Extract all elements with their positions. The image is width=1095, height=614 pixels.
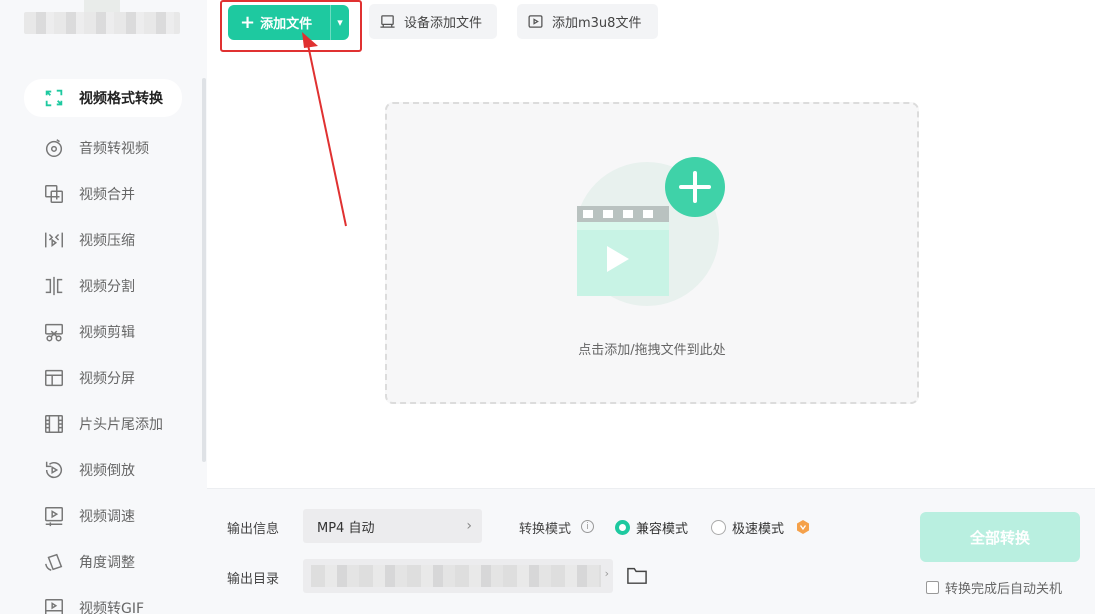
add-file-button[interactable]: + 添加文件 ▾ — [228, 5, 349, 40]
sidebar-item-split[interactable]: 视频分割 — [24, 263, 182, 309]
info-icon[interactable]: i — [581, 520, 594, 533]
chevron-down-icon: ▾ — [337, 16, 343, 29]
sidebar-nav: 视频格式转换 音频转视频 视频合并 视频压缩 视频分割 视频剪辑 视频分屏 片头… — [24, 78, 182, 614]
convert-all-button[interactable]: 全部转换 — [920, 512, 1080, 562]
gif-icon — [42, 596, 66, 614]
convert-mode-label: 转换模式 — [519, 522, 572, 537]
add-file-label: 添加文件 — [260, 17, 313, 32]
reverse-icon — [42, 458, 66, 482]
film-strip-icon — [42, 412, 66, 436]
compress-icon — [42, 228, 66, 252]
sidebar-item-label: 音频转视频 — [79, 141, 149, 157]
mode-compatible-label: 兼容模式 — [636, 522, 689, 537]
dropdown-arrow-icon: › — [604, 567, 609, 580]
output-dir-path-blurred — [311, 565, 601, 587]
video-add-illustration-icon — [577, 157, 725, 306]
annotation-arrow-icon — [302, 32, 347, 227]
folder-icon[interactable] — [626, 565, 648, 585]
output-info-label: 输出信息 — [227, 522, 280, 537]
play-box-icon — [528, 15, 543, 28]
sidebar-item-audio-to-video[interactable]: 音频转视频 — [24, 125, 182, 171]
sidebar-item-video-convert[interactable]: 视频格式转换 — [24, 79, 182, 117]
sidebar-item-label: 视频倒放 — [79, 463, 135, 479]
checkbox-icon — [926, 581, 939, 594]
device-icon — [380, 15, 395, 28]
logo-fragment — [84, 0, 120, 12]
sidebar-item-label: 视频格式转换 — [79, 91, 163, 107]
device-add-file-button[interactable]: 设备添加文件 — [369, 4, 497, 39]
radio-unselected-icon — [711, 520, 726, 535]
sidebar-item-rotate[interactable]: 角度调整 — [24, 539, 182, 585]
rotate-icon — [42, 550, 66, 574]
speed-icon — [42, 504, 66, 528]
device-add-file-label: 设备添加文件 — [404, 16, 483, 31]
mode-fast-label: 极速模式 — [732, 522, 785, 537]
sidebar-item-label: 视频剪辑 — [79, 325, 135, 341]
sidebar-item-label: 视频压缩 — [79, 233, 135, 249]
add-m3u8-button[interactable]: 添加m3u8文件 — [517, 4, 658, 39]
auto-shutdown-checkbox[interactable]: 转换完成后自动关机 — [926, 578, 1062, 597]
output-dir-label: 输出目录 — [227, 572, 280, 587]
split-icon — [42, 274, 66, 298]
mode-compatible-radio[interactable]: 兼容模式 — [615, 518, 688, 537]
sidebar-item-merge[interactable]: 视频合并 — [24, 171, 182, 217]
sidebar: 视频格式转换 音频转视频 视频合并 视频压缩 视频分割 视频剪辑 视频分屏 片头… — [0, 0, 207, 614]
sidebar-item-label: 视频分割 — [79, 279, 135, 295]
sidebar-item-label: 视频合并 — [79, 187, 135, 203]
add-file-dropdown[interactable]: ▾ — [331, 16, 349, 29]
sidebar-item-split-screen[interactable]: 视频分屏 — [24, 355, 182, 401]
auto-shutdown-label: 转换完成后自动关机 — [945, 582, 1063, 597]
sidebar-scrollbar[interactable] — [202, 78, 206, 462]
sidebar-item-speed[interactable]: 视频调速 — [24, 493, 182, 539]
split-screen-icon — [42, 366, 66, 390]
sidebar-item-label: 视频分屏 — [79, 371, 135, 387]
scissors-icon — [42, 320, 66, 344]
add-m3u8-label: 添加m3u8文件 — [552, 16, 642, 31]
app-logo-blurred — [24, 12, 180, 34]
output-format-select[interactable]: MP4 自动 › — [303, 509, 482, 543]
output-dir-input[interactable]: › — [303, 559, 613, 593]
vip-badge-icon — [797, 520, 809, 534]
sidebar-item-compress[interactable]: 视频压缩 — [24, 217, 182, 263]
merge-icon — [42, 182, 66, 206]
video-convert-icon — [42, 86, 66, 110]
output-format-value: MP4 自动 — [317, 520, 375, 536]
sidebar-item-label: 视频调速 — [79, 509, 135, 525]
file-drop-zone[interactable]: 点击添加/拖拽文件到此处 — [385, 102, 919, 404]
sidebar-item-edit[interactable]: 视频剪辑 — [24, 309, 182, 355]
sidebar-item-label: 角度调整 — [79, 555, 135, 571]
radio-selected-icon — [615, 520, 630, 535]
mode-fast-radio[interactable]: 极速模式 — [711, 518, 784, 537]
sidebar-item-reverse[interactable]: 视频倒放 — [24, 447, 182, 493]
sidebar-item-label: 视频转GIF — [79, 601, 145, 614]
plus-icon: + — [240, 11, 256, 33]
sidebar-item-gif[interactable]: 视频转GIF — [24, 585, 182, 614]
output-settings-panel: 输出信息 MP4 自动 › 输出目录 › 转换模式 i 兼容模式 极速模式 全部… — [207, 488, 1095, 614]
add-file-main[interactable]: + 添加文件 — [228, 5, 330, 40]
sidebar-item-intro-outro[interactable]: 片头片尾添加 — [24, 401, 182, 447]
audio-to-video-icon — [42, 136, 66, 160]
sidebar-item-label: 片头片尾添加 — [79, 417, 163, 433]
chevron-right-icon: › — [466, 518, 472, 534]
drop-zone-hint: 点击添加/拖拽文件到此处 — [578, 343, 726, 358]
